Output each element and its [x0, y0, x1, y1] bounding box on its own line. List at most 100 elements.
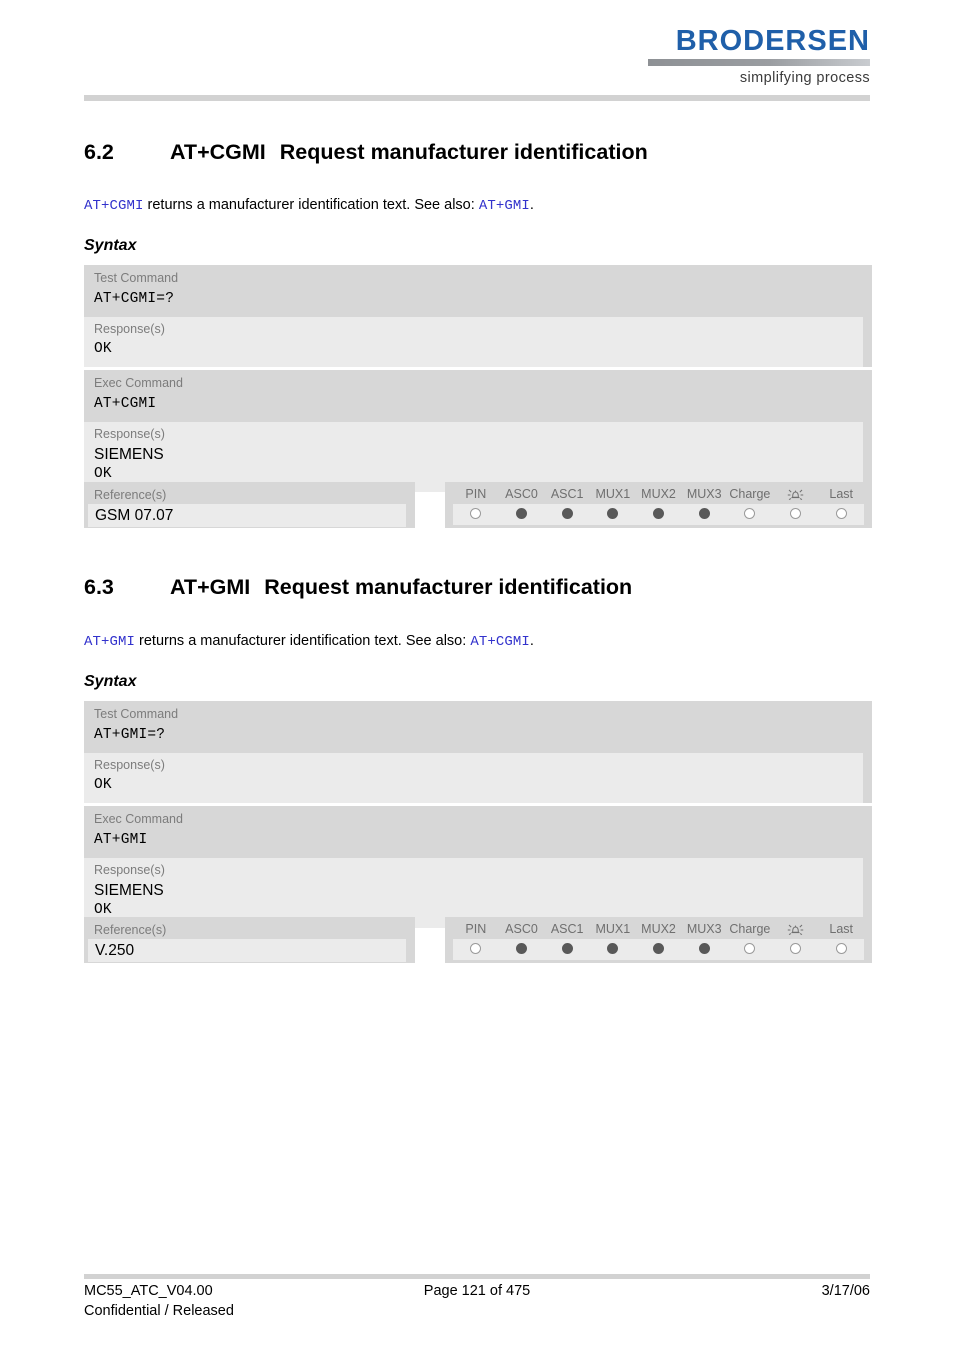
dot-empty	[744, 507, 756, 519]
at-command-link-cgmi[interactable]: AT+CGMI	[470, 634, 530, 650]
indicator-label-mux1: MUX1	[595, 922, 631, 936]
indicator-dot-mux1	[590, 942, 636, 957]
reference-value: GSM 07.07	[95, 507, 174, 524]
syntax-table-6-3: Test Command AT+GMI=? Response(s) OK Exe…	[84, 701, 872, 931]
logo-tagline: simplifying process	[739, 70, 870, 86]
intro-text: returns a manufacturer identification te…	[135, 633, 471, 649]
dot-filled	[516, 507, 527, 519]
test-command-label: Test Command	[94, 271, 179, 285]
dot-filled	[516, 942, 527, 954]
footer-row-secondary: Confidential / Released	[84, 1303, 870, 1323]
reference-box-6-3: Reference(s) V.250	[84, 917, 415, 963]
footer-date: 3/17/06	[821, 1283, 870, 1299]
at-command-link-cgmi[interactable]: AT+CGMI	[84, 198, 144, 214]
indicator-label-mux3: MUX3	[686, 487, 722, 501]
dot-empty	[470, 942, 482, 954]
footer-page-number: Page 121 of 475	[423, 1283, 531, 1299]
indicator-label-pin: PIN	[465, 487, 487, 501]
reference-value-wrap: GSM 07.07	[88, 504, 406, 527]
indicator-label-pin: PIN	[465, 922, 487, 936]
dot-empty	[790, 942, 802, 954]
exec-response-label: Response(s)	[94, 863, 165, 877]
indicator-label-last: Last	[829, 922, 854, 936]
footer-divider	[84, 1274, 870, 1279]
indicator-label-asc0: ASC0	[505, 922, 538, 936]
table-footer-6-3: Reference(s) V.250 PIN ASC0 ASC1 MUX1 MUX2 MU…	[84, 917, 872, 963]
exec-command-label: Exec Command	[94, 812, 183, 826]
indicator-dot-mux3	[681, 507, 727, 522]
footer-row-primary: MC55_ATC_V04.00 Page 121 of 475 3/17/06	[84, 1283, 870, 1303]
dot-filled	[653, 942, 665, 954]
test-response-code: OK	[94, 341, 112, 357]
exec-command-block: Exec Command AT+GMI Response(s) SIEMENS …	[84, 806, 872, 928]
page-footer: MC55_ATC_V04.00 Page 121 of 475 3/17/06 …	[84, 1283, 870, 1323]
section-title: Request manufacturer identification	[279, 140, 648, 164]
exec-response-text: SIEMENS	[94, 446, 164, 463]
dot-filled	[561, 942, 573, 954]
test-command-label: Test Command	[94, 707, 179, 721]
dot-filled	[698, 942, 710, 954]
indicator-label-mux3: MUX3	[686, 922, 722, 936]
brodersen-logo: BRODERSEN simplifying process	[648, 26, 870, 86]
indicator-label-mux1: MUX1	[595, 487, 631, 501]
indicator-dot-asc1	[544, 507, 590, 522]
indicator-label-asc0: ASC0	[505, 487, 538, 501]
indicator-dot-last	[818, 507, 864, 522]
indicator-label-charge: Charge	[729, 487, 771, 501]
indicator-dot-mux2	[636, 942, 682, 957]
indicator-labels-6-2: PIN ASC0 ASC1 MUX1 MUX2 MUX3 Charge Last	[445, 482, 872, 504]
test-command-code: AT+GMI=?	[94, 727, 166, 743]
page-header: BRODERSEN simplifying process	[84, 26, 870, 88]
indicator-labels-6-3: PIN ASC0 ASC1 MUX1 MUX2 MUX3 Charge Last	[445, 917, 872, 939]
reference-label: Reference(s)	[94, 923, 167, 937]
section-intro-6-2: AT+CGMI returns a manufacturer identific…	[84, 196, 884, 215]
indicator-dot-last	[818, 942, 864, 957]
syntax-label-6-2: Syntax	[84, 237, 137, 254]
dot-filled	[653, 507, 665, 519]
dot-empty	[835, 942, 847, 954]
dot-filled	[561, 507, 573, 519]
intro-text-end: .	[529, 633, 534, 649]
indicator-dot-asc0	[499, 507, 545, 522]
indicator-dot-asc1	[544, 942, 590, 957]
indicator-dot-charge	[727, 942, 773, 957]
dot-empty	[835, 507, 847, 519]
exec-response-label: Response(s)	[94, 427, 165, 441]
section-command: AT+GMI	[170, 575, 251, 599]
indicator-label-charge: Charge	[729, 922, 771, 936]
alarm-icon	[773, 922, 819, 936]
exec-command-code: AT+GMI	[94, 832, 148, 848]
indicator-label-mux2: MUX2	[641, 487, 676, 501]
indicator-dot-mux2	[636, 507, 682, 522]
dot-empty	[790, 507, 802, 519]
at-command-link-gmi[interactable]: AT+GMI	[479, 198, 530, 214]
logo-wordmark: BRODERSEN	[675, 25, 870, 57]
reference-label: Reference(s)	[94, 488, 167, 502]
test-response-block: Response(s) OK	[84, 317, 863, 367]
indicator-dot-alarm	[773, 942, 819, 957]
at-command-link-gmi[interactable]: AT+GMI	[84, 634, 135, 650]
test-command-block: Test Command AT+CGMI=? Response(s) OK	[84, 265, 872, 367]
exec-command-block: Exec Command AT+CGMI Response(s) SIEMENS…	[84, 370, 872, 492]
test-command-code: AT+CGMI=?	[94, 291, 175, 307]
test-response-code: OK	[94, 777, 112, 793]
exec-response-text: SIEMENS	[94, 882, 164, 899]
test-response-label: Response(s)	[94, 322, 165, 336]
indicator-dot-mux3	[681, 942, 727, 957]
section-title: Request manufacturer identification	[264, 575, 633, 599]
section-intro-6-3: AT+GMI returns a manufacturer identifica…	[84, 632, 884, 651]
test-response-block: Response(s) OK	[84, 753, 863, 803]
indicator-label-last: Last	[829, 487, 854, 501]
dot-empty	[744, 942, 756, 954]
indicator-dot-pin	[453, 507, 499, 522]
intro-text: returns a manufacturer identification te…	[143, 197, 479, 213]
table-footer-6-2: Reference(s) GSM 07.07 PIN ASC0 ASC1 MUX1 MU…	[84, 482, 872, 528]
reference-box-6-2: Reference(s) GSM 07.07	[84, 482, 415, 528]
indicator-label-asc1: ASC1	[550, 922, 584, 936]
indicator-dots-6-2	[453, 504, 864, 525]
dot-filled	[698, 507, 710, 519]
indicator-dot-mux1	[590, 507, 636, 522]
dot-empty	[470, 507, 482, 519]
section-heading-6-2: 6.2 AT+CGMI Request manufacturer identific…	[84, 140, 884, 165]
exec-command-code: AT+CGMI	[94, 396, 157, 412]
